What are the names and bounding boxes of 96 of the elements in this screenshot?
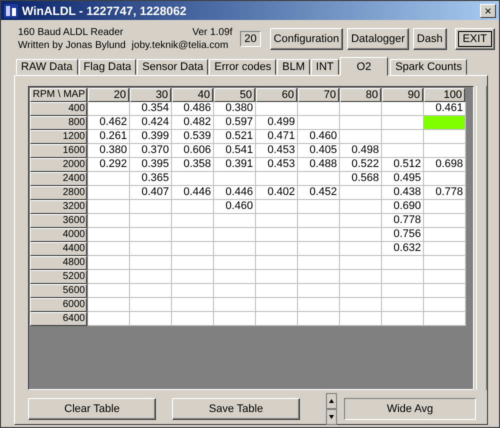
table-cell: 0.446 [172, 186, 214, 200]
table-cell: 0.778 [424, 186, 466, 200]
toolbar-button[interactable]: Configuration [270, 28, 344, 50]
table-cell: 0.370 [130, 144, 172, 158]
email-text: joby.teknik@telia.com [132, 39, 228, 52]
table-cell: 0.399 [130, 130, 172, 144]
column-header: 100 [424, 88, 465, 102]
column-header: 70 [298, 88, 339, 102]
table-cell: 0.391 [214, 158, 256, 172]
spin-buttons-icon[interactable] [326, 393, 337, 425]
app-icon [4, 4, 18, 18]
table-cell: 0.512 [382, 158, 424, 172]
row-header: 2800 [30, 186, 87, 200]
table-cell: 0.698 [424, 158, 466, 172]
row-header: 3600 [30, 214, 87, 228]
table-cell: 0.292 [88, 158, 130, 172]
row-header: 5200 [30, 270, 87, 284]
window-title: WinALDL - 1227747, 1228062 [22, 4, 188, 18]
column-header: 40 [172, 88, 213, 102]
table-cell: 0.756 [382, 228, 424, 242]
table-cell: 0.690 [382, 200, 424, 214]
table-cell: 0.365 [130, 172, 172, 186]
table-cell: 0.482 [172, 116, 214, 130]
table-cell: 0.407 [130, 186, 172, 200]
row-header: 1200 [30, 130, 87, 144]
tab[interactable]: Sensor Data [137, 59, 208, 75]
row-header: 400 [30, 102, 87, 116]
tab[interactable]: BLM [277, 59, 310, 75]
table-cell: 0.471 [256, 130, 298, 144]
table-cell: 0.568 [340, 172, 382, 186]
table-cell: 0.778 [382, 214, 424, 228]
table-cell: 0.460 [214, 200, 256, 214]
column-header: 20 [88, 88, 129, 102]
table-cell: 0.358 [172, 158, 214, 172]
table-cell: 0.402 [256, 186, 298, 200]
row-header: 4400 [30, 242, 87, 256]
table-cell: 0.498 [340, 144, 382, 158]
table-cell: 0.424 [130, 116, 172, 130]
clear-table-button[interactable]: Clear Table [28, 398, 156, 420]
save-table-button[interactable]: Save Table [172, 398, 300, 420]
corner-header: RPM \ MAP [30, 88, 87, 102]
row-header: 1600 [30, 144, 87, 158]
table-cell: 0.380 [214, 102, 256, 116]
table-cell: 0.438 [382, 186, 424, 200]
row-header: 800 [30, 116, 87, 130]
row-header: 4800 [30, 256, 87, 270]
wide-avg-button[interactable]: Wide Avg [344, 398, 476, 420]
table-cell: 0.521 [214, 130, 256, 144]
tab[interactable]: Spark Counts [390, 59, 467, 75]
table-cell: 0.261 [88, 130, 130, 144]
table-cell: 0.522 [340, 158, 382, 172]
column-header: 60 [256, 88, 297, 102]
close-button[interactable]: × [480, 4, 496, 18]
row-header: 2000 [30, 158, 87, 172]
tab[interactable]: INT [310, 59, 339, 75]
toolbar-button[interactable]: Dash [412, 28, 447, 50]
row-header: 5600 [30, 284, 87, 298]
table-cell: 0.453 [256, 144, 298, 158]
exit-button[interactable]: EXIT [454, 28, 495, 50]
table-cell: 0.486 [172, 102, 214, 116]
toolbar-button[interactable]: Datalogger [347, 28, 409, 50]
table-cell: 0.461 [424, 102, 466, 116]
column-header: 50 [214, 88, 255, 102]
table-cell: 0.499 [256, 116, 298, 130]
table-cell: 0.395 [130, 158, 172, 172]
version-text: Ver 1.09f [192, 26, 232, 39]
tab[interactable]: RAW Data [16, 59, 78, 75]
counter-field: 20 [240, 31, 261, 47]
table-cell: 0.452 [298, 186, 340, 200]
table-cell: 0.446 [214, 186, 256, 200]
row-header: 2400 [30, 172, 87, 186]
table-cell: 0.539 [172, 130, 214, 144]
column-header: 30 [130, 88, 171, 102]
table-cell: 0.488 [298, 158, 340, 172]
table-cell: 0.632 [382, 242, 424, 256]
row-header: 4000 [30, 228, 87, 242]
table-cell: 0.460 [298, 130, 340, 144]
table-cell: 0.495 [382, 172, 424, 186]
table-cell: 0.380 [88, 144, 130, 158]
tab[interactable]: Flag Data [78, 59, 136, 75]
tab[interactable]: O2 [340, 57, 388, 76]
author-text: Written by Jonas Bylund [18, 39, 126, 52]
table-cell: 0.453 [256, 158, 298, 172]
table-cell: 0.405 [298, 144, 340, 158]
tab[interactable]: Error codes [209, 59, 276, 75]
app-description: 160 Baud ALDL Reader [18, 26, 124, 39]
table-cell: 0.541 [214, 144, 256, 158]
column-header: 80 [340, 88, 381, 102]
row-header: 6000 [30, 298, 87, 312]
table-cell: 0.462 [88, 116, 130, 130]
column-header: 90 [382, 88, 423, 102]
table-cell: 0.354 [130, 102, 172, 116]
row-header: 3200 [30, 200, 87, 214]
row-header: 6400 [30, 312, 87, 326]
table-cell: 0.597 [214, 116, 256, 130]
table-cell: 0.606 [172, 144, 214, 158]
